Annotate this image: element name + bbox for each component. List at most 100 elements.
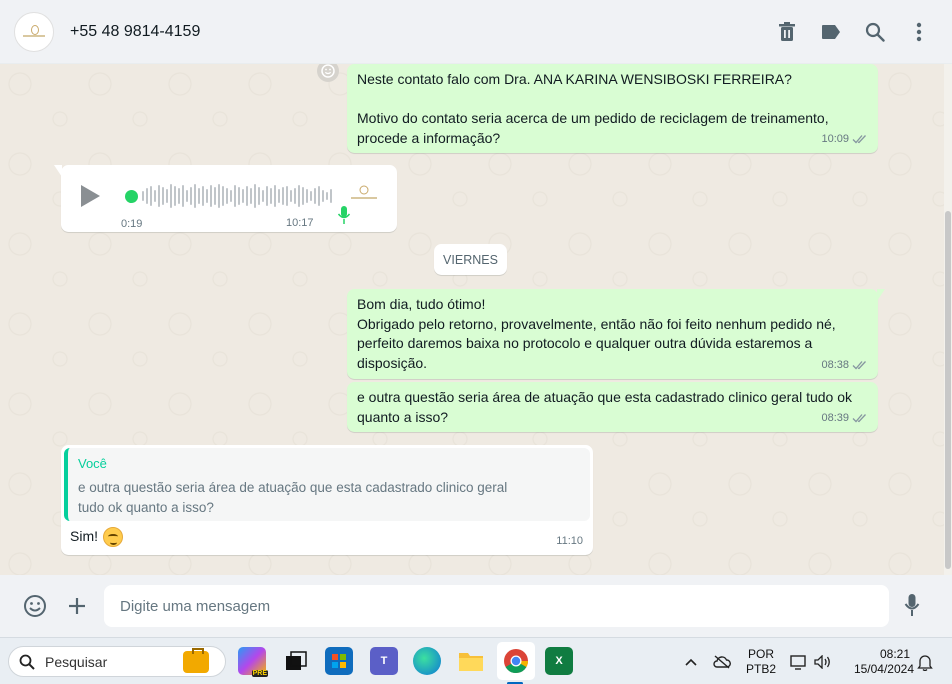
chrome-icon[interactable]	[502, 647, 530, 675]
chat-scrollbar-thumb[interactable]	[945, 211, 951, 569]
message-time: 11:10	[556, 532, 583, 552]
message-outgoing[interactable]: Bom dia, tudo ótimo! Obrigado pelo retor…	[347, 289, 885, 379]
message-line: Motivo do contato seria acerca de um ped…	[357, 110, 829, 126]
waveform-bar	[250, 188, 252, 204]
excel-icon[interactable]: X	[545, 647, 573, 675]
edge-icon[interactable]	[413, 647, 441, 675]
notification-bell-icon[interactable]	[916, 653, 934, 671]
waveform-bar	[166, 189, 168, 203]
label-icon[interactable]	[820, 21, 842, 43]
language-top: POR	[747, 647, 774, 661]
waveform-bar	[182, 185, 184, 207]
voice-duration: 0:19	[121, 218, 143, 230]
message-time: 10:09	[821, 130, 868, 150]
taskbar-search[interactable]: Pesquisar	[8, 646, 226, 677]
waveform-bar	[190, 187, 192, 205]
chevron-up-icon[interactable]	[682, 653, 700, 671]
delete-icon[interactable]	[776, 21, 798, 43]
read-ticks-icon	[852, 135, 866, 144]
waveform-bar	[210, 185, 212, 207]
waveform-bar	[270, 188, 272, 204]
emoji-icon[interactable]	[22, 593, 48, 619]
waveform-bar	[326, 192, 328, 200]
message-incoming-reply[interactable]: Você e outra questão seria área de atuaç…	[61, 445, 593, 555]
message-outgoing[interactable]: Neste contato falo com Dra. ANA KARINA W…	[347, 64, 878, 153]
waveform-bar	[302, 187, 304, 205]
contact-avatar[interactable]	[14, 11, 54, 52]
waveform-bar	[222, 186, 224, 206]
waveform-bar	[310, 191, 312, 201]
message-line: e outra questão seria área de atuação qu…	[357, 389, 852, 405]
day-separator: VIERNES	[434, 244, 507, 275]
microsoft-store-icon[interactable]	[325, 647, 353, 675]
read-ticks-icon	[852, 414, 866, 423]
message-outgoing[interactable]: e outra questão seria área de atuação qu…	[347, 382, 878, 432]
waveform-bar	[278, 189, 280, 203]
waveform-bar	[154, 190, 156, 202]
waveform-bar	[306, 189, 308, 203]
reply-text: Sim!	[70, 527, 123, 547]
input-language[interactable]: POR PTB2	[744, 647, 778, 677]
file-explorer-icon[interactable]	[457, 647, 485, 675]
quoted-line: e outra questão seria área de atuação qu…	[78, 479, 508, 495]
waveform-bar	[158, 185, 160, 207]
waveform-bar	[258, 187, 260, 205]
cloud-offline-icon[interactable]	[713, 653, 731, 671]
clock-date: 15/04/2024	[853, 662, 914, 676]
waveform-bar	[266, 186, 268, 206]
message-time: 08:39	[821, 409, 868, 429]
search-icon	[19, 654, 35, 670]
waveform-bar	[174, 186, 176, 206]
bubble-tail	[54, 165, 62, 177]
quoted-text: e outra questão seria área de atuação qu…	[78, 478, 508, 518]
message-time-label: 10:09	[821, 132, 849, 145]
quoted-message[interactable]: Você e outra questão seria área de atuaç…	[64, 448, 590, 521]
quoted-line: tudo ok quanto a isso?	[78, 499, 214, 515]
waveform-bar	[238, 187, 240, 205]
playback-knob[interactable]	[125, 189, 138, 203]
network-icon[interactable]	[790, 653, 808, 671]
task-view-icon[interactable]	[282, 647, 310, 675]
waveform-bar	[230, 190, 232, 202]
contact-logo	[23, 24, 45, 39]
header-actions	[776, 0, 930, 64]
waveform-bar	[214, 187, 216, 205]
message-input[interactable]	[104, 585, 889, 627]
quoted-author: Você	[78, 456, 107, 471]
message-line: disposição.	[357, 354, 428, 371]
attach-plus-icon[interactable]	[64, 593, 90, 619]
waveform-bar	[170, 184, 172, 208]
message-line: perfeito daremos baixa no protocolo e qu…	[357, 335, 813, 351]
waveform-bar	[150, 186, 152, 206]
voice-record-icon[interactable]	[904, 593, 920, 620]
more-vertical-icon[interactable]	[908, 21, 930, 43]
message-time-label: 11:10	[556, 534, 583, 547]
copilot-icon[interactable]: PRE	[238, 647, 268, 677]
waveform-bar	[218, 184, 220, 208]
search-icon[interactable]	[864, 21, 886, 43]
message-line	[357, 90, 868, 110]
message-line: Neste contato falo com Dra. ANA KARINA W…	[357, 71, 792, 87]
waveform-bar	[206, 189, 208, 203]
play-icon[interactable]	[81, 185, 100, 207]
waveform-bar	[330, 189, 332, 203]
teams-icon[interactable]: T	[370, 647, 398, 675]
voice-waveform[interactable]	[125, 183, 370, 209]
message-time-label: 08:38	[821, 358, 849, 371]
system-clock[interactable]: 08:21 15/04/2024	[844, 647, 914, 677]
waveform-bar	[290, 190, 292, 202]
message-time-label: 08:39	[821, 411, 849, 424]
waveform-bar	[242, 189, 244, 203]
waveform-bar	[318, 186, 320, 206]
waveform-bar	[282, 187, 284, 205]
bubble-tail	[877, 289, 885, 301]
volume-icon[interactable]	[814, 653, 832, 671]
contact-name[interactable]: +55 48 9814-4159	[70, 23, 200, 41]
message-time-label: 10:17	[286, 217, 314, 229]
voice-message[interactable]: 0:19 10:17	[54, 165, 397, 232]
taskbar-search-label: Pesquisar	[45, 653, 108, 670]
message-composer	[0, 575, 952, 637]
waveform-bar	[186, 190, 188, 202]
language-bottom: PTB2	[745, 662, 776, 676]
briefcase-icon	[183, 648, 209, 673]
